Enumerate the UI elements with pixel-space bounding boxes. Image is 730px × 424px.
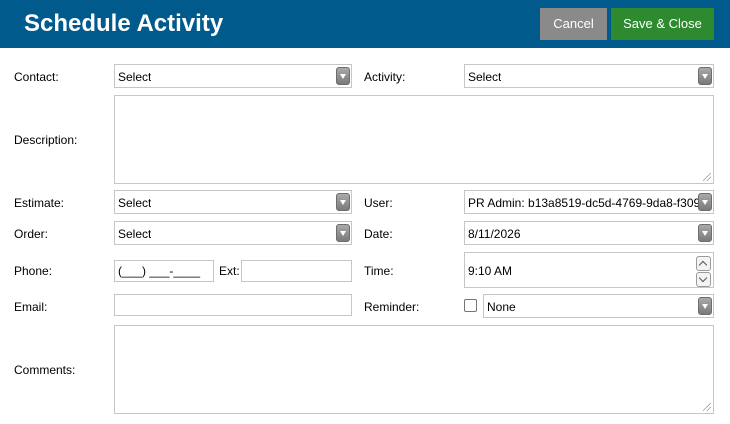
order-select-value: Select xyxy=(118,227,152,241)
order-select[interactable]: Select xyxy=(114,221,352,245)
contact-label: Contact: xyxy=(14,70,59,84)
estimate-select[interactable]: Select xyxy=(114,190,352,214)
activity-label: Activity: xyxy=(364,70,406,84)
chevron-down-icon xyxy=(336,224,350,242)
phone-input[interactable] xyxy=(114,260,214,282)
time-input[interactable]: 9:10 AM xyxy=(464,252,714,288)
comments-label: Comments: xyxy=(14,363,76,377)
contact-select-value: Select xyxy=(118,70,152,84)
reminder-label: Reminder: xyxy=(364,300,420,314)
user-label: User: xyxy=(364,196,393,210)
cancel-button[interactable]: Cancel xyxy=(540,8,607,40)
activity-select-value: Select xyxy=(468,70,502,84)
chevron-down-icon xyxy=(336,67,350,85)
email-input[interactable] xyxy=(114,294,352,316)
description-label: Description: xyxy=(14,133,78,147)
resize-grip-icon[interactable] xyxy=(703,403,711,411)
phone-label: Phone: xyxy=(14,264,53,278)
chevron-down-icon xyxy=(698,67,712,85)
reminder-select-value: None xyxy=(487,300,516,314)
chevron-down-icon xyxy=(336,193,350,211)
estimate-label: Estimate: xyxy=(14,196,65,210)
time-input-value: 9:10 AM xyxy=(468,264,513,278)
chevron-down-icon xyxy=(698,193,712,211)
reminder-select[interactable]: None xyxy=(483,294,714,318)
date-select-value: 8/11/2026 xyxy=(468,227,521,241)
ext-input[interactable] xyxy=(241,260,352,282)
time-label: Time: xyxy=(364,264,394,278)
description-textarea[interactable] xyxy=(114,95,714,184)
reminder-checkbox[interactable] xyxy=(464,299,477,312)
ext-label: Ext: xyxy=(219,264,240,278)
estimate-select-value: Select xyxy=(118,196,152,210)
order-label: Order: xyxy=(14,227,49,241)
activity-select[interactable]: Select xyxy=(464,64,714,88)
user-select-value: PR Admin: b13a8519-dc5d-4769-9da8-f309 xyxy=(468,196,698,210)
email-label: Email: xyxy=(14,300,48,314)
chevron-down-icon xyxy=(698,224,712,242)
dialog-header: Schedule Activity Cancel Save & Close xyxy=(0,0,730,48)
comments-textarea[interactable] xyxy=(114,325,714,414)
date-select[interactable]: 8/11/2026 xyxy=(464,221,714,245)
chevron-down-icon[interactable] xyxy=(696,272,711,287)
contact-select[interactable]: Select xyxy=(114,64,352,88)
resize-grip-icon[interactable] xyxy=(703,173,711,181)
user-select[interactable]: PR Admin: b13a8519-dc5d-4769-9da8-f309 xyxy=(464,190,714,214)
chevron-down-icon xyxy=(698,297,712,315)
chevron-up-icon[interactable] xyxy=(696,256,711,271)
dialog-title: Schedule Activity xyxy=(24,10,224,37)
date-label: Date: xyxy=(364,227,393,241)
save-close-button[interactable]: Save & Close xyxy=(611,8,714,40)
